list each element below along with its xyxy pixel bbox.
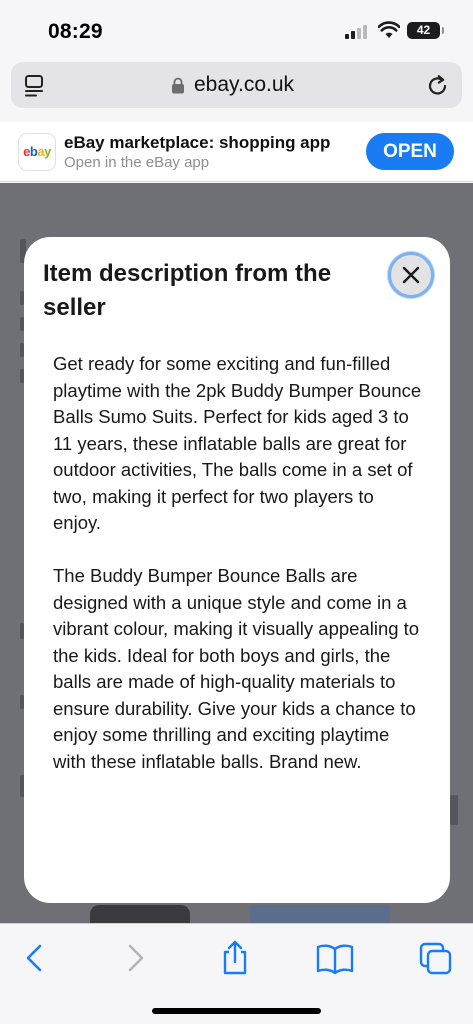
description-paragraph: Get ready for some exciting and fun-fill… xyxy=(53,353,422,533)
tabs-icon[interactable] xyxy=(416,940,456,976)
book-icon[interactable] xyxy=(315,940,355,976)
cellular-signal-icon xyxy=(345,25,371,39)
status-time: 08:29 xyxy=(48,20,103,43)
modal-title: Item description from the seller xyxy=(43,260,332,321)
page-content-fragment xyxy=(450,795,458,825)
forward-arrow-icon[interactable] xyxy=(116,940,156,976)
description-paragraph: The Buddy Bumper Bounce Balls are design… xyxy=(53,565,420,772)
wifi-icon xyxy=(378,21,400,38)
battery-indicator: 42 xyxy=(407,22,444,39)
safari-screen: 08:29 42 ebay.co.uk ebay eBay marketplac… xyxy=(0,0,473,1024)
ebay-logo: ebay xyxy=(18,133,56,171)
back-arrow-icon[interactable] xyxy=(14,940,54,976)
app-banner-subtitle: Open in the eBay app xyxy=(64,154,210,171)
lock-icon xyxy=(172,77,184,94)
product-thumbnail xyxy=(90,905,190,923)
reload-icon[interactable] xyxy=(426,74,450,98)
url-text[interactable]: ebay.co.uk xyxy=(194,73,294,97)
open-app-button[interactable]: OPEN xyxy=(366,133,454,170)
item-description-text: Get ready for some exciting and fun-fill… xyxy=(53,351,425,775)
app-banner-title: eBay marketplace: shopping app xyxy=(64,133,331,152)
address-bar[interactable]: ebay.co.uk xyxy=(11,62,462,108)
share-icon[interactable] xyxy=(215,940,255,976)
item-description-modal: Item description from the seller Get rea… xyxy=(24,237,450,903)
status-bar: 08:29 42 xyxy=(0,0,473,60)
product-thumbnail xyxy=(250,905,390,923)
close-icon xyxy=(402,266,420,284)
home-indicator[interactable] xyxy=(152,1008,321,1014)
close-button[interactable] xyxy=(388,252,434,298)
reader-icon[interactable] xyxy=(24,74,46,98)
